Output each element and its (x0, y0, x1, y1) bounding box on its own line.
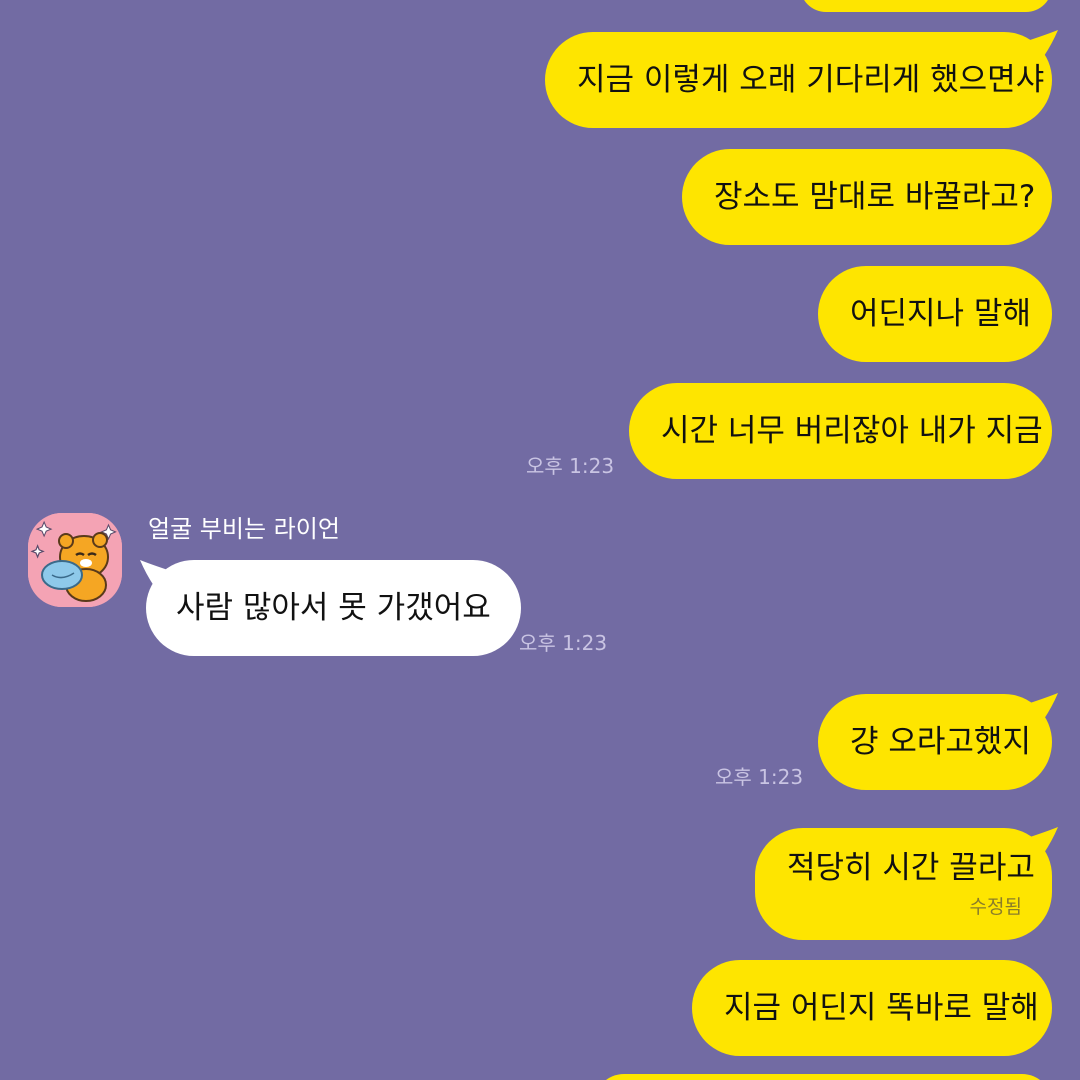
message-text: 장소도 맘대로 바꿀라고? (714, 179, 1036, 215)
message-text: 지금 이렇게 오래 기다리게 했으면샤 (577, 62, 1045, 98)
message-text: 어딘지나 말해 (850, 296, 1031, 332)
my-message-bubble[interactable]: 시간 너무 버리잖아 내가 지금 (629, 383, 1052, 479)
message-timestamp: 오후 1:23 (519, 631, 608, 655)
ryan-sticker-icon (28, 513, 122, 607)
message-text: 지금 어딘지 똑바로 말해 (724, 990, 1039, 1026)
sender-avatar[interactable] (28, 513, 122, 607)
message-text: 사람 많아서 못 가갰어요 (176, 590, 491, 626)
my-message-bubble[interactable]: 장소도 맘대로 바꿀라고? (682, 149, 1052, 245)
my-message-bubble[interactable]: 걍 오라고했지 (818, 694, 1052, 790)
message-text: 적당히 시간 끌라고 (787, 850, 1035, 886)
message-timestamp: 오후 1:23 (526, 454, 615, 478)
chat-area[interactable]: 지금 이렇게 오래 기다리게 했으면샤 장소도 맘대로 바꿀라고? 어딘지나 말… (0, 0, 1080, 1080)
message-bubble-partial-bottom[interactable] (594, 1074, 1052, 1080)
my-message-bubble[interactable]: 지금 이렇게 오래 기다리게 했으면샤 (545, 32, 1052, 128)
my-message-bubble[interactable]: 지금 어딘지 똑바로 말해 (692, 960, 1052, 1056)
their-message-bubble[interactable]: 사람 많아서 못 가갰어요 (146, 560, 521, 656)
my-message-bubble[interactable]: 어딘지나 말해 (818, 266, 1052, 362)
bubble-tail (1030, 30, 1058, 56)
sender-name: 얼굴 부비는 라이언 (148, 515, 340, 543)
edited-label: 수정됨 (969, 896, 1022, 918)
message-bubble-partial-top[interactable] (800, 0, 1052, 12)
message-text: 시간 너무 버리잖아 내가 지금 (661, 413, 1043, 449)
message-timestamp: 오후 1:23 (715, 765, 804, 789)
message-text: 걍 오라고했지 (850, 724, 1031, 760)
my-message-bubble[interactable]: 적당히 시간 끌라고 수정됨 (755, 828, 1052, 940)
